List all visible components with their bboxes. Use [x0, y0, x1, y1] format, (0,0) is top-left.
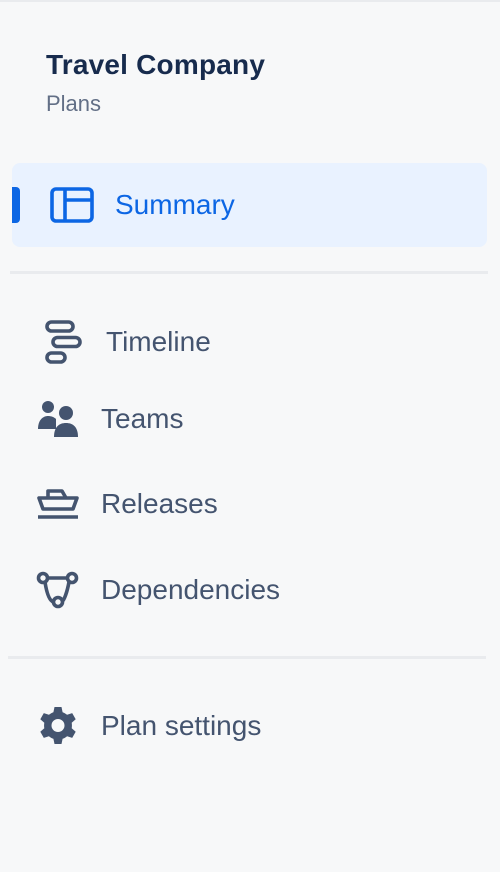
- nav-item-label: Timeline: [106, 326, 211, 357]
- nav-item-label: Plan settings: [101, 710, 262, 741]
- nav-item-teams[interactable]: Teams: [12, 377, 487, 461]
- nav-item-label: Teams: [101, 403, 184, 434]
- summary-icon: [48, 181, 96, 229]
- timeline-icon: [38, 318, 86, 366]
- top-divider: [0, 0, 500, 2]
- project-name: Travel Company: [46, 49, 266, 80]
- releases-icon: [34, 480, 82, 528]
- project-type: Plans: [46, 91, 102, 116]
- section-divider: [10, 271, 488, 274]
- nav-item-summary[interactable]: Summary: [12, 163, 487, 247]
- nav-item-timeline[interactable]: Timeline: [12, 300, 487, 384]
- section-divider: [8, 656, 486, 659]
- nav-item-label: Dependencies: [101, 574, 281, 605]
- nav-item-releases[interactable]: Releases: [12, 462, 487, 546]
- teams-icon: [34, 395, 82, 443]
- nav-item-label: Releases: [101, 488, 218, 519]
- sidebar-header: Travel Company Plans: [46, 48, 265, 118]
- nav-item-dependencies[interactable]: Dependencies: [12, 548, 487, 632]
- plan-sidebar: Travel Company Plans Summary Timeline Te…: [0, 0, 500, 872]
- gear-icon: [34, 702, 82, 750]
- nav-item-label: Summary: [115, 189, 235, 220]
- selected-indicator: [12, 187, 20, 223]
- nav-item-plan-settings[interactable]: Plan settings: [12, 684, 487, 768]
- dependencies-icon: [34, 566, 82, 614]
